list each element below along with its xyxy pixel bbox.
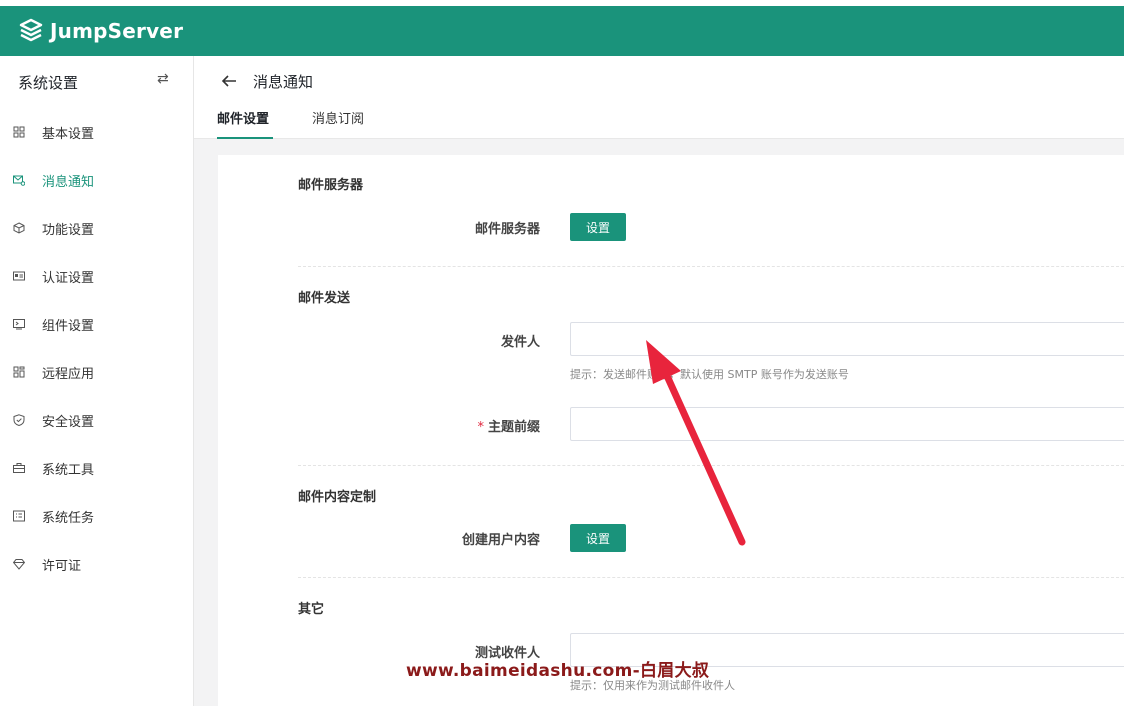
page-header: 消息通知 邮件设置 消息订阅 [194, 56, 1124, 139]
id-card-icon [12, 269, 26, 283]
subject-prefix-label: * 主题前缀 [340, 416, 540, 435]
sidebar-item-tools[interactable]: 系统工具 [0, 444, 193, 492]
section-divider [298, 266, 1124, 267]
sidebar-item-label: 组件设置 [42, 318, 95, 334]
sidebar-item-label: 远程应用 [42, 366, 95, 382]
sender-input[interactable] [570, 322, 1124, 356]
sidebar-item-notifications[interactable]: 消息通知 [0, 156, 193, 204]
section-title-mail-send: 邮件发送 [298, 291, 351, 306]
tab-message-subscription[interactable]: 消息订阅 [312, 108, 364, 139]
subject-prefix-label-text: 主题前缀 [487, 420, 540, 435]
cube-icon [12, 221, 26, 235]
section-title-mail-server: 邮件服务器 [298, 178, 364, 193]
sidebar-item-remote-apps[interactable]: 远程应用 [0, 348, 193, 396]
mail-server-label: 邮件服务器 [474, 222, 540, 237]
jumpserver-logo-icon [19, 18, 43, 42]
sidebar-item-features[interactable]: 功能设置 [0, 204, 193, 252]
mail-server-settings-button[interactable]: 设置 [570, 213, 626, 241]
watermark-text: www.baimeidashu.com-白眉大叔 [406, 661, 710, 681]
section-title-other: 其它 [298, 602, 325, 617]
section-divider [298, 465, 1124, 466]
sidebar-item-auth[interactable]: 认证设置 [0, 252, 193, 300]
sidebar-item-tasks[interactable]: 系统任务 [0, 492, 193, 540]
sidebar-item-label: 系统任务 [42, 510, 95, 526]
grid-icon [12, 125, 26, 139]
sidebar-item-label: 认证设置 [42, 270, 95, 286]
tab-mail-settings[interactable]: 邮件设置 [217, 108, 273, 139]
create-user-content-label: 创建用户内容 [461, 533, 540, 548]
shield-icon [12, 413, 26, 427]
toolbox-icon [12, 461, 26, 475]
page-title: 消息通知 [253, 73, 314, 91]
section-title-mail-content: 邮件内容定制 [298, 490, 377, 505]
apps-icon [12, 365, 26, 379]
sidebar-title: 系统设置 [18, 73, 79, 92]
subject-prefix-input[interactable] [570, 407, 1124, 441]
back-arrow-icon[interactable] [220, 72, 238, 90]
collapse-toggle-icon[interactable]: ⇄ [157, 72, 171, 86]
sidebar: 系统设置 ⇄ 基本设置 消息通知 功能设置 认证设置 组件设置 远程应用 安全设… [0, 56, 194, 706]
create-user-content-settings-button[interactable]: 设置 [570, 524, 626, 552]
sender-label: 发件人 [500, 335, 540, 350]
sidebar-item-label: 基本设置 [42, 126, 95, 142]
logo[interactable]: JumpServer [18, 18, 183, 44]
section-divider [298, 577, 1124, 578]
sidebar-item-basic[interactable]: 基本设置 [0, 108, 193, 156]
sidebar-item-label: 安全设置 [42, 414, 95, 430]
mail-settings-icon [12, 173, 26, 187]
logo-text: JumpServer [50, 19, 184, 43]
settings-form-card: 邮件服务器 邮件服务器 设置 邮件发送 发件人 提示：发送邮件账号，默认使用 S… [218, 155, 1124, 706]
sidebar-item-label: 功能设置 [42, 222, 95, 238]
sidebar-item-label: 系统工具 [42, 462, 95, 478]
sidebar-item-label: 许可证 [42, 558, 82, 574]
required-asterisk: * [477, 420, 484, 435]
sidebar-item-license[interactable]: 许可证 [0, 540, 193, 588]
task-icon [12, 509, 26, 523]
sender-hint: 提示：发送邮件账号，默认使用 SMTP 账号作为发送账号 [570, 368, 849, 381]
terminal-icon [12, 317, 26, 331]
sidebar-item-security[interactable]: 安全设置 [0, 396, 193, 444]
main-content: 消息通知 邮件设置 消息订阅 邮件服务器 邮件服务器 设置 邮件发送 发件人 提… [194, 56, 1124, 706]
sidebar-item-components[interactable]: 组件设置 [0, 300, 193, 348]
top-navbar: JumpServer [0, 6, 1124, 56]
diamond-icon [12, 557, 26, 571]
sidebar-item-label: 消息通知 [42, 174, 95, 190]
